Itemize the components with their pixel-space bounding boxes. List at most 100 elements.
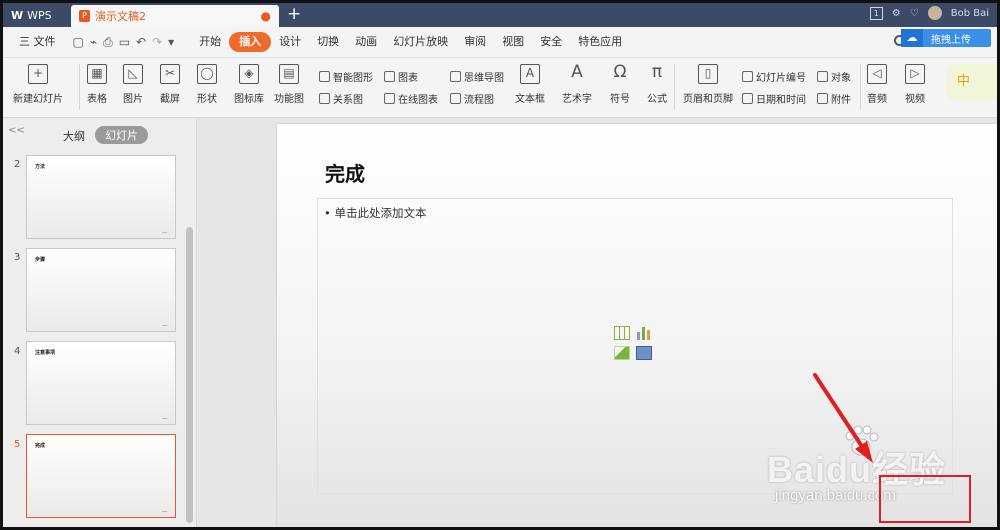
function-chart-button[interactable]: ▤ 功能图 (274, 64, 304, 105)
tab-slides[interactable]: 幻灯片 (95, 126, 148, 144)
print-preview-icon[interactable]: ▭ (116, 35, 133, 49)
audio-button[interactable]: ◁ 音频 (867, 64, 887, 105)
menu-special[interactable]: 特色应用 (570, 32, 630, 52)
flowchart-label: 流程图 (464, 95, 494, 106)
flowchart-button[interactable]: 流程图 (450, 91, 494, 106)
relation-chart-label: 关系图 (333, 95, 363, 106)
document-tab[interactable]: P 演示文稿2 ● (71, 5, 279, 27)
video-icon: ▷ (905, 64, 925, 84)
menu-design[interactable]: 设计 (271, 32, 309, 52)
undo-icon[interactable]: ↶ (133, 35, 149, 49)
redo-icon[interactable]: ↷ (149, 35, 165, 49)
slide-number-button[interactable]: 幻灯片编号 (742, 69, 806, 84)
attachment-button[interactable]: 附件 (817, 91, 851, 106)
thumb-corner-mark (162, 418, 167, 419)
screenshot-button[interactable]: ✂ 截屏 (160, 64, 180, 105)
save-icon[interactable]: ▢ (70, 35, 87, 49)
thumb-number: 3 (14, 252, 21, 263)
online-chart-button[interactable]: 在线图表 (384, 91, 438, 106)
menu-view[interactable]: 视图 (494, 32, 532, 52)
presentation-file-icon: P (79, 10, 90, 22)
symbol-button[interactable]: Ω 符号 (610, 64, 630, 106)
menu-transition[interactable]: 切换 (309, 32, 347, 52)
shape-icon: ◯ (197, 64, 217, 84)
speaker-icon: ◁ (867, 64, 887, 84)
picture-button[interactable]: ◺ 图片 (123, 64, 143, 105)
thumb-corner-mark (162, 325, 167, 326)
insert-chart-icon[interactable] (636, 326, 652, 340)
ime-indicator[interactable]: 中 (947, 64, 997, 100)
menu-slideshow[interactable]: 幻灯片放映 (385, 32, 456, 52)
panel-scrollbar[interactable] (186, 227, 193, 523)
mindmap-icon (450, 71, 461, 82)
collapse-panel-icon[interactable]: << (8, 125, 25, 136)
placeholder-text[interactable]: • 单击此处添加文本 (324, 205, 426, 221)
menu-animation[interactable]: 动画 (347, 32, 385, 52)
slides-panel: << 大纲 幻灯片 2 方法 3 步骤 4 注意事项 5 完成 (3, 119, 197, 527)
highlight-box (879, 475, 971, 523)
header-footer-icon: ▯ (698, 64, 718, 84)
file-menu[interactable]: 三 文件 (11, 32, 64, 52)
watermark-url: jingyan.baidu.com (775, 487, 896, 504)
customize-toolbar-icon[interactable]: ▾ (165, 35, 177, 49)
slide-thumbnail[interactable]: 方法 (26, 155, 176, 239)
format-painter-icon[interactable]: ⌁ (87, 35, 100, 49)
mindmap-button[interactable]: 思维导图 (450, 69, 504, 84)
cloud-icon: ☁ (901, 29, 923, 47)
window-count-icon[interactable]: 1 (869, 6, 883, 20)
drag-upload-button[interactable]: ☁ 拖拽上传 (901, 29, 991, 47)
online-chart-icon (384, 93, 395, 104)
video-button[interactable]: ▷ 视频 (905, 64, 925, 105)
icon-library-button[interactable]: ◈ 图标库 (234, 64, 264, 105)
shirt-icon[interactable]: ♡ (910, 8, 919, 19)
new-tab-button[interactable]: + (287, 4, 301, 24)
picture-icon: ◺ (123, 64, 143, 84)
object-label: 对象 (831, 73, 851, 84)
menu-review[interactable]: 审阅 (456, 32, 494, 52)
wordart-button[interactable]: A 艺术字 (562, 64, 592, 106)
wps-logo-icon: W (11, 8, 24, 22)
header-footer-button[interactable]: ▯ 页眉和页脚 (683, 64, 733, 105)
slide-thumbnail[interactable]: 步骤 (26, 248, 176, 332)
slide-title[interactable]: 完成 (325, 158, 365, 187)
print-icon[interactable]: ⎙ (100, 35, 116, 50)
chart-button[interactable]: 图表 (384, 69, 418, 84)
smart-shape-button[interactable]: 智能图形 (319, 69, 373, 84)
datetime-button[interactable]: 日期和时间 (742, 91, 806, 106)
datetime-label: 日期和时间 (756, 95, 806, 106)
unsaved-dot-icon: ● (260, 9, 271, 23)
tab-outline[interactable]: 大纲 (63, 128, 85, 144)
insert-picture-icon[interactable] (614, 346, 630, 360)
thumb-title: 注意事项 (35, 350, 56, 356)
table-label: 表格 (87, 94, 107, 105)
slide-thumbnail-selected[interactable]: 完成 (26, 434, 176, 518)
relation-chart-button[interactable]: 关系图 (319, 91, 363, 106)
chart-icon (384, 71, 395, 82)
menu-insert[interactable]: 插入 (229, 32, 272, 52)
insert-table-icon[interactable] (614, 326, 630, 340)
thumb-corner-mark (162, 511, 167, 512)
object-button[interactable]: 对象 (817, 69, 851, 84)
table-button[interactable]: ▦ 表格 (87, 64, 107, 105)
new-slide-button[interactable]: + 新建幻灯片 (13, 64, 63, 105)
new-slide-label: 新建幻灯片 (13, 94, 63, 105)
skin-icon[interactable]: ⚙ (892, 8, 901, 19)
wps-app-tab[interactable]: W WPS (5, 5, 65, 25)
menu-security[interactable]: 安全 (532, 32, 570, 52)
mindmap-label: 思维导图 (464, 73, 504, 84)
menu-home[interactable]: 开始 (191, 32, 229, 52)
ribbon-divider (79, 64, 80, 110)
textbox-button[interactable]: A 文本框 (515, 64, 545, 105)
insert-video-icon[interactable] (636, 346, 652, 360)
avatar[interactable] (927, 6, 942, 20)
symbol-label: 符号 (610, 94, 630, 105)
relation-chart-icon (319, 93, 330, 104)
audio-label: 音频 (867, 94, 887, 105)
slide-thumbnail[interactable]: 注意事项 (26, 341, 176, 425)
smart-shape-icon (319, 71, 330, 82)
shape-button[interactable]: ◯ 形状 (197, 64, 217, 105)
user-name[interactable]: Bob Bai (951, 8, 989, 19)
screenshot-frame: W WPS P 演示文稿2 ● + 1 ⚙ ♡ Bob Bai 三 文件 ▢ ⌁… (0, 0, 1000, 530)
formula-button[interactable]: π 公式 (647, 64, 667, 106)
calendar-icon (742, 93, 753, 104)
